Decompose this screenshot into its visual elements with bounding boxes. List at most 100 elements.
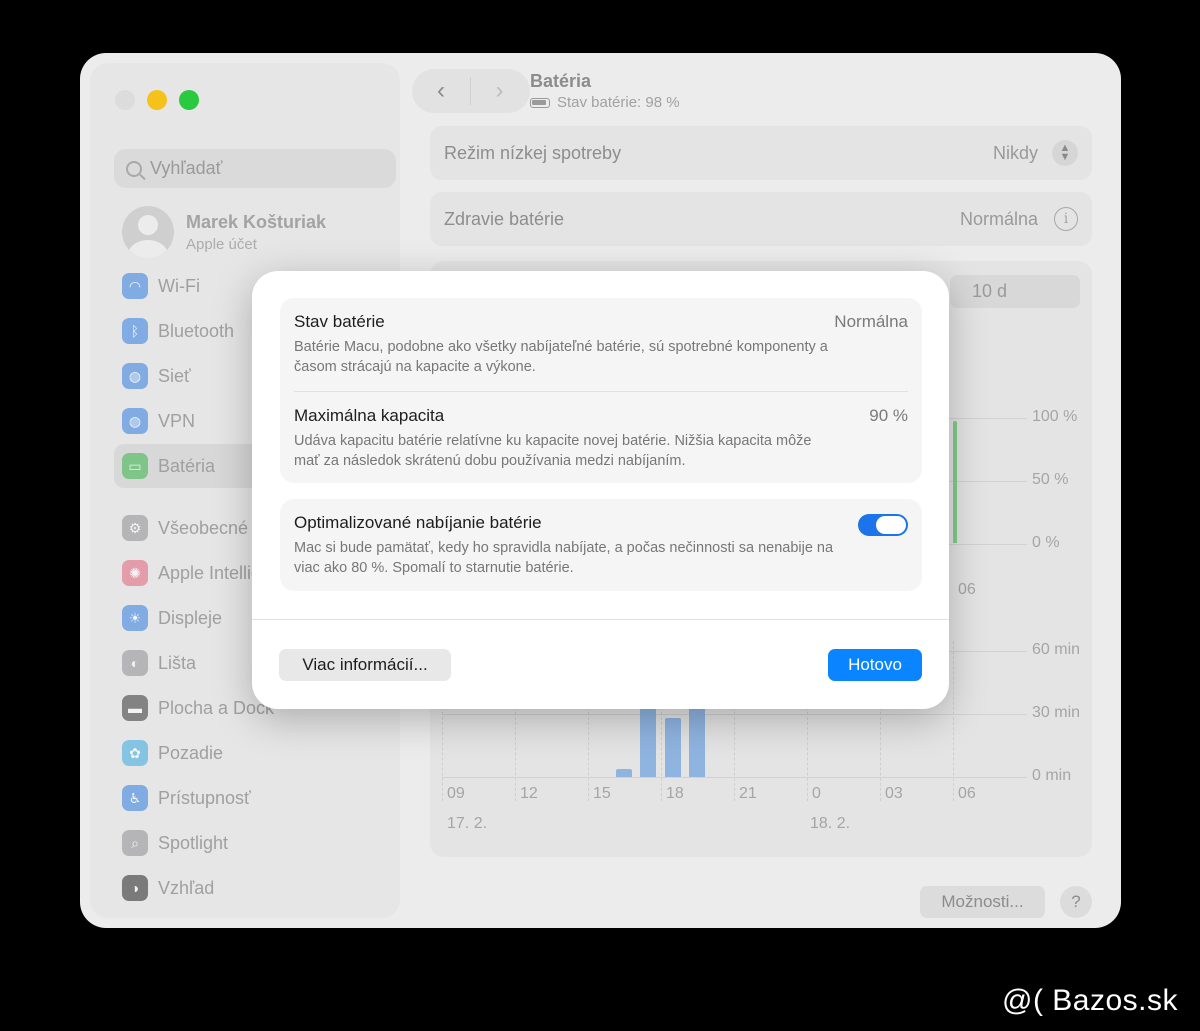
vpn-globe-icon: ◍ (122, 408, 148, 434)
search-icon (126, 160, 142, 177)
close-window-button[interactable] (115, 90, 135, 110)
battery-status-description: Batérie Macu, podobne ako všetky nabíjat… (294, 339, 828, 375)
sidebar-item-label: Plocha a Dock (158, 697, 275, 718)
avatar (122, 206, 174, 258)
history-nav: ‹ › (412, 69, 530, 113)
usage-bar (665, 718, 681, 777)
sidebar-item-label: Batéria (158, 455, 216, 476)
dialog-divider (252, 619, 949, 620)
x-tick-label: 06 (958, 785, 976, 802)
x-tick-label: 0 (812, 785, 821, 802)
back-button[interactable]: ‹ (412, 77, 470, 105)
x-tick-label: 15 (593, 785, 611, 802)
sidebar-item-label: Všeobecné (158, 517, 249, 538)
magnifier-icon: ⌕ (122, 830, 148, 856)
bluetooth-icon: ᛒ (122, 318, 148, 344)
sidebar-item-label: Wi-Fi (158, 275, 200, 296)
minimize-window-button[interactable] (147, 90, 167, 110)
sidebar-item-label: Displeje (158, 607, 223, 628)
optimized-charging-toggle[interactable] (858, 514, 908, 536)
battery-status: Stav batérie: 98 % (530, 94, 680, 111)
more-info-button[interactable]: Viac informácií... (279, 649, 451, 681)
max-capacity-value: 90 % (869, 406, 908, 425)
account-name: Marek Košturiak (186, 211, 327, 232)
optimized-charging-group: Optimalizované nabíjanie batérie Mac si … (280, 499, 922, 591)
sidebar-item-label: Apple Intellig (158, 562, 262, 583)
sidebar-item-label: Sieť (158, 365, 191, 386)
wifi-icon: ◠ (122, 273, 148, 299)
battery-status-value: Normálna (834, 312, 908, 331)
sidebar-item-12[interactable]: ⌕ Spotlight (114, 821, 396, 865)
sidebar-item-label: Bluetooth (158, 320, 235, 341)
apple-account[interactable]: Marek Košturiak Apple účet (122, 206, 326, 258)
battery-status-text: Stav batérie: 98 % (557, 94, 680, 111)
x-tick-label: 12 (520, 785, 538, 802)
battery-health-row: Zdravie batérie Normálna i (430, 192, 1092, 246)
low-power-value[interactable]: Nikdy (993, 143, 1038, 164)
search-input[interactable]: Vyhľadať (114, 149, 396, 188)
sidebar-item-label: Lišta (158, 652, 197, 673)
appearance-icon: ◑ (122, 875, 148, 901)
forward-button[interactable]: › (470, 77, 528, 105)
dock-icon: ▬ (122, 695, 148, 721)
health-info-group: Stav batérie Normálna Batérie Macu, podo… (280, 298, 922, 483)
max-capacity-title: Maximálna kapacita (294, 406, 445, 425)
x-tick-label: 03 (885, 785, 903, 802)
usage-axis-label: 30 min (1032, 704, 1081, 721)
level-axis-label: 0 % (1032, 534, 1060, 551)
main-header: ‹ › Batéria Stav batérie: 98 % (412, 69, 680, 113)
sidebar-item-11[interactable]: ♿ Prístupnosť (114, 776, 396, 820)
level-axis-label: 50 % (1032, 471, 1069, 488)
sidebar-item-label: VPN (158, 410, 196, 431)
page-title: Batéria (530, 71, 592, 91)
date-label: 18. 2. (810, 815, 851, 832)
battery-health-dialog: Stav batérie Normálna Batérie Macu, podo… (252, 271, 949, 709)
options-button[interactable]: Možnosti... (920, 886, 1045, 918)
help-button[interactable]: ? (1060, 886, 1092, 918)
low-power-row: Režim nízkej spotreby Nikdy ▲ ▼ (430, 126, 1092, 180)
usage-axis-label: 0 min (1032, 767, 1072, 784)
sidebar-item-label: Vzhľad (158, 877, 215, 898)
maximize-window-button[interactable] (179, 90, 199, 110)
usage-bar (616, 768, 632, 777)
x-tick-label: 18 (666, 785, 684, 802)
max-capacity-item: Maximálna kapacita 90 % Udáva kapacitu b… (280, 392, 922, 471)
battery-level-bar (953, 421, 957, 543)
low-power-label: Režim nízkej spotreby (444, 142, 622, 163)
battery-health-value: Normálna (959, 208, 1038, 229)
level-x-tick: 06 (958, 581, 976, 598)
gear-icon: ⚙ (122, 515, 148, 541)
segment-10-days[interactable]: 10 d (950, 275, 1080, 308)
optimized-charging-item: Optimalizované nabíjanie batérie Mac si … (280, 499, 922, 578)
apple-intelligence-icon: ✺ (122, 560, 148, 586)
account-subtitle: Apple účet (186, 235, 257, 253)
battery-icon: ▭ (122, 453, 148, 479)
max-capacity-description: Udáva kapacitu batérie relatívne ku kapa… (294, 433, 812, 469)
sidebar-item-label: Prístupnosť (158, 787, 251, 808)
search-placeholder: Vyhľadať (150, 158, 223, 178)
battery-icon (530, 97, 550, 108)
globe-icon: ◍ (122, 363, 148, 389)
toggles-icon: ◐ (122, 650, 148, 676)
toggle-knob (876, 516, 906, 534)
sidebar-item-label: Pozadie (158, 742, 224, 763)
watermark: @( Bazos.sk (1002, 984, 1178, 1017)
flower-icon: ✿ (122, 740, 148, 766)
accessibility-icon: ♿ (122, 785, 148, 811)
sidebar-item-10[interactable]: ✿ Pozadie (114, 731, 396, 775)
sidebar-item-13[interactable]: ◑ Vzhľad (114, 866, 396, 910)
done-button[interactable]: Hotovo (828, 649, 922, 681)
x-tick-label: 09 (447, 785, 465, 802)
battery-status-item: Stav batérie Normálna Batérie Macu, podo… (280, 298, 922, 377)
date-label: 17. 2. (447, 815, 488, 832)
usage-axis-label: 60 min (1032, 641, 1081, 658)
level-axis-label: 100 % (1032, 408, 1078, 425)
sidebar-item-label: Spotlight (158, 832, 229, 853)
optimized-charging-title: Optimalizované nabíjanie batérie (294, 513, 542, 532)
updown-chevron-icon[interactable]: ▲ ▼ (1052, 140, 1078, 166)
x-tick-label: 21 (739, 785, 757, 802)
x-grid-line (953, 641, 954, 801)
battery-health-label: Zdravie batérie (444, 208, 565, 229)
optimized-charging-description: Mac si bude pamätať, kedy ho spravidla n… (294, 540, 834, 576)
info-icon[interactable]: i (1054, 207, 1078, 231)
